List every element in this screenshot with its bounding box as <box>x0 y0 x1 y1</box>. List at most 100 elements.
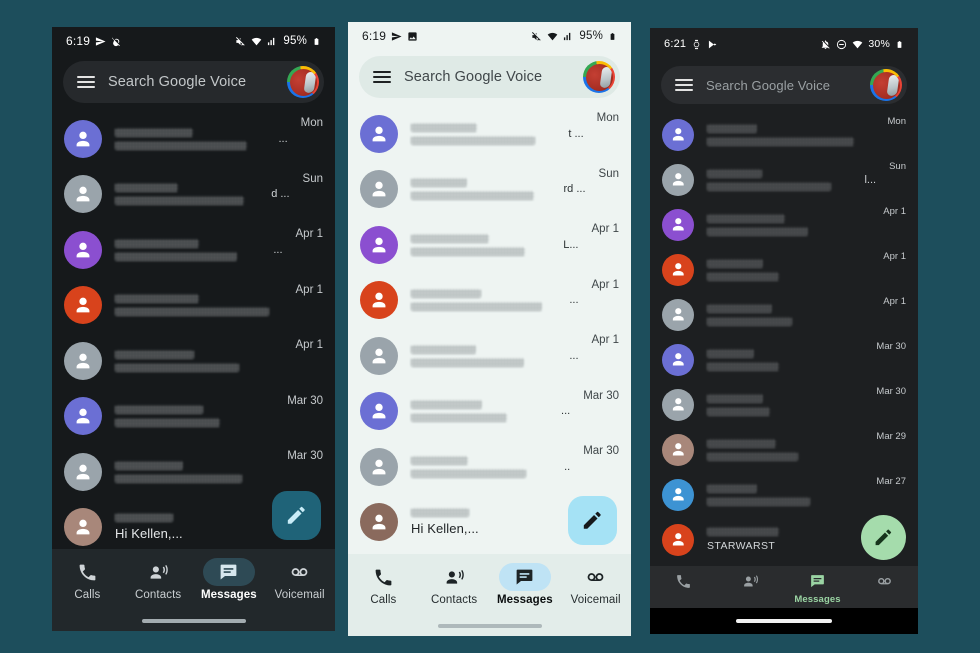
message-preview-redacted <box>707 451 798 461</box>
contact-avatar[interactable] <box>64 341 102 380</box>
contact-avatar[interactable] <box>360 447 398 486</box>
conversation-row[interactable]: Mar 30 <box>650 337 918 382</box>
contact-avatar[interactable] <box>360 392 398 431</box>
conversation-row[interactable]: Mar 30 <box>52 389 335 445</box>
contact-avatar[interactable] <box>662 208 694 241</box>
nav-item-contacts[interactable]: Contacts <box>123 558 194 601</box>
contact-avatar[interactable] <box>64 119 102 158</box>
conversation-row[interactable]: ... Apr 1 <box>348 273 631 329</box>
hamburger-icon[interactable] <box>675 79 693 91</box>
conversation-row[interactable]: Mar 29 <box>650 427 918 472</box>
conversation-row[interactable]: Mar 30 <box>650 382 918 427</box>
conversation-row[interactable]: Apr 1 <box>650 292 918 337</box>
message-preview-redacted <box>115 418 221 428</box>
contact-avatar[interactable] <box>64 286 102 325</box>
conversation-row[interactable]: Apr 1 <box>52 278 335 334</box>
nav-item-contacts[interactable]: Contacts <box>717 571 784 605</box>
contact-name-redacted <box>707 348 754 358</box>
contact-name-redacted <box>411 289 481 299</box>
contact-avatar[interactable] <box>360 170 398 209</box>
nav-item-messages[interactable]: Messages <box>194 558 265 601</box>
conversation-row[interactable]: Mar 27 <box>650 472 918 517</box>
home-indicator[interactable] <box>52 611 335 631</box>
contact-avatar[interactable] <box>662 163 694 196</box>
conversation-row[interactable]: ... Apr 1 <box>52 222 335 278</box>
compose-fab-button[interactable] <box>568 496 617 545</box>
conversation-list[interactable]: ... Mon d ... Sun ... Apr 1 Apr 1 Apr 1 … <box>52 111 335 549</box>
mute-icon <box>235 36 246 47</box>
conversation-row[interactable]: Apr 1 <box>650 247 918 292</box>
conversation-row[interactable]: ... Apr 1 <box>348 328 631 384</box>
mute-icon <box>531 31 542 42</box>
compose-fab-button[interactable] <box>272 491 321 540</box>
search-input[interactable]: Search Google Voice <box>63 61 324 103</box>
search-input[interactable]: Search Google Voice <box>661 66 907 104</box>
conversation-row[interactable]: rd ... Sun <box>348 162 631 218</box>
account-avatar-icon[interactable] <box>287 66 319 98</box>
contact-avatar[interactable] <box>64 508 102 547</box>
compose-fab-button[interactable] <box>861 515 906 560</box>
nav-item-voicemail[interactable]: Voicemail <box>851 571 918 605</box>
conversation-row[interactable]: d ... Sun <box>52 167 335 223</box>
nav-item-voicemail[interactable]: Voicemail <box>264 558 335 601</box>
conversation-list[interactable]: t ... Mon rd ... Sun L... Apr 1 ... Apr … <box>348 106 631 554</box>
contact-avatar[interactable] <box>64 175 102 214</box>
nav-item-messages[interactable]: Messages <box>784 571 851 605</box>
contact-avatar[interactable] <box>64 452 102 491</box>
contact-avatar[interactable] <box>662 343 694 376</box>
phone-screen-dark2: 6:21 30% Search Google Voice Mon l... Su… <box>650 28 918 634</box>
contact-name-redacted <box>707 483 758 493</box>
conversation-row[interactable]: L... Apr 1 <box>348 217 631 273</box>
wifi-icon <box>852 39 863 50</box>
conversation-list[interactable]: Mon l... Sun Apr 1 Apr 1 Apr 1 Mar 30 Ma… <box>650 112 918 566</box>
contact-avatar[interactable] <box>64 397 102 436</box>
contact-avatar[interactable] <box>360 114 398 153</box>
nav-item-calls[interactable]: Calls <box>348 563 419 606</box>
contact-avatar[interactable] <box>662 298 694 331</box>
contact-avatar[interactable] <box>662 433 694 466</box>
conversation-timestamp: Apr 1 <box>295 283 324 296</box>
hamburger-icon[interactable] <box>77 76 95 88</box>
account-avatar-icon[interactable] <box>583 61 615 93</box>
contact-avatar[interactable] <box>360 281 398 320</box>
contact-avatar[interactable] <box>662 478 694 511</box>
conversation-timestamp: Mon <box>596 112 619 124</box>
contact-avatar[interactable] <box>360 503 398 542</box>
home-indicator[interactable] <box>650 608 918 634</box>
contact-avatar[interactable] <box>662 523 694 556</box>
contact-name-redacted <box>411 400 483 410</box>
conversation-row[interactable]: .. Mar 30 <box>348 439 631 495</box>
conversation-row[interactable]: ... Mar 30 <box>348 384 631 440</box>
contact-avatar[interactable] <box>360 336 398 375</box>
contact-avatar[interactable] <box>662 253 694 286</box>
hamburger-icon[interactable] <box>373 71 391 83</box>
contact-avatar[interactable] <box>64 230 102 269</box>
nav-item-voicemail[interactable]: Voicemail <box>560 563 631 606</box>
conversation-timestamp: Apr 1 <box>591 278 620 291</box>
status-bar: 6:19 95% <box>348 22 631 50</box>
home-indicator[interactable] <box>348 616 631 636</box>
conversation-row[interactable]: Apr 1 <box>650 202 918 247</box>
conversation-timestamp: Sun <box>889 161 906 172</box>
conversation-row[interactable]: l... Sun <box>650 157 918 202</box>
search-input[interactable]: Search Google Voice <box>359 56 620 98</box>
conversation-row[interactable]: Mon <box>650 112 918 157</box>
conversation-row[interactable]: Apr 1 <box>52 333 335 389</box>
contact-name-redacted <box>411 233 489 243</box>
contact-name-redacted <box>115 238 200 248</box>
account-avatar-icon[interactable] <box>870 69 902 101</box>
nav-item-contacts[interactable]: Contacts <box>419 563 490 606</box>
conversation-timestamp: Mon <box>887 116 906 127</box>
contact-avatar[interactable] <box>662 118 694 151</box>
contact-avatar[interactable] <box>360 225 398 264</box>
nav-item-calls[interactable]: Calls <box>650 571 717 605</box>
nav-item-messages[interactable]: Messages <box>490 563 561 606</box>
nav-item-calls[interactable]: Calls <box>52 558 123 601</box>
messages-icon <box>498 563 551 591</box>
conversation-body <box>707 168 851 191</box>
conversation-row[interactable]: t ... Mon <box>348 106 631 162</box>
contact-avatar[interactable] <box>662 388 694 421</box>
conversation-body <box>411 178 551 201</box>
conversation-row[interactable]: ... Mon <box>52 111 335 167</box>
search-placeholder: Search Google Voice <box>108 74 247 90</box>
